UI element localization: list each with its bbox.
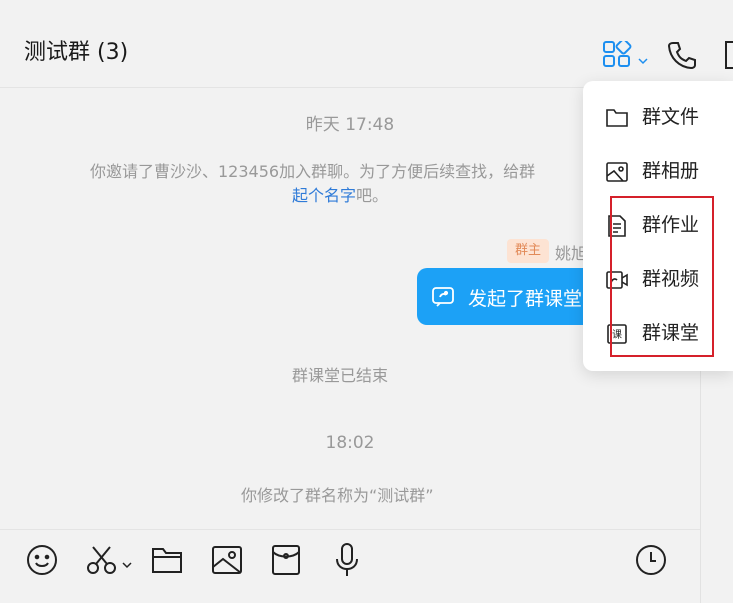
system-notice-invite-line2: 起个名字吧。 — [292, 186, 389, 205]
group-apps-menu: 群文件 群相册 群作业 群视频 课 群课堂 — [583, 81, 733, 371]
classroom-icon: 课 — [605, 322, 629, 346]
system-notice-invite: 你邀请了曹沙沙、123456加入群聊。为了方便后续查找，给群 — [90, 162, 536, 181]
menu-item-group-files[interactable]: 群文件 — [583, 90, 733, 144]
video-icon — [605, 268, 629, 292]
apps-icon[interactable] — [602, 38, 632, 69]
menu-item-group-album[interactable]: 群相册 — [583, 144, 733, 198]
scissors-icon[interactable] — [86, 544, 120, 576]
folder-icon — [605, 106, 629, 130]
class-ended-notice: 群课堂已结束 — [292, 366, 389, 385]
composer-toolbar — [0, 529, 700, 603]
rename-notice: 你修改了群名称为“测试群” — [241, 486, 434, 505]
folder-icon[interactable] — [151, 545, 183, 575]
menu-item-label: 群文件 — [642, 106, 700, 128]
chat-header: 测试群 (3) — [0, 0, 733, 88]
microphone-icon[interactable] — [334, 542, 360, 578]
bubble-text: 发起了群课堂 — [468, 288, 583, 310]
menu-item-label: 群相册 — [642, 160, 700, 182]
menu-item-label: 群课堂 — [642, 322, 700, 344]
menu-item-group-video[interactable]: 群视频 — [583, 252, 733, 306]
owner-badge: 群主 — [507, 239, 549, 263]
classroom-screen-icon — [431, 286, 455, 308]
svg-text:课: 课 — [612, 329, 622, 341]
menu-item-group-classroom[interactable]: 课 群课堂 — [583, 306, 733, 360]
chevron-down-icon[interactable] — [638, 50, 648, 65]
menu-item-label: 群作业 — [642, 214, 700, 236]
emoji-icon[interactable] — [26, 544, 58, 576]
rename-group-link[interactable]: 起个名字 — [292, 186, 356, 205]
timestamp: 18:02 — [325, 433, 375, 453]
album-icon — [605, 160, 629, 184]
homework-icon — [605, 214, 629, 238]
image-icon[interactable] — [211, 545, 243, 575]
chevron-down-icon[interactable] — [122, 554, 132, 569]
menu-item-label: 群视频 — [642, 268, 700, 290]
chat-title: 测试群 (3) — [24, 40, 129, 65]
clock-icon[interactable] — [635, 544, 667, 576]
edit-icon[interactable] — [724, 40, 733, 70]
red-packet-icon[interactable] — [271, 544, 301, 576]
phone-icon[interactable] — [666, 39, 698, 71]
menu-item-group-homework[interactable]: 群作业 — [583, 198, 733, 252]
